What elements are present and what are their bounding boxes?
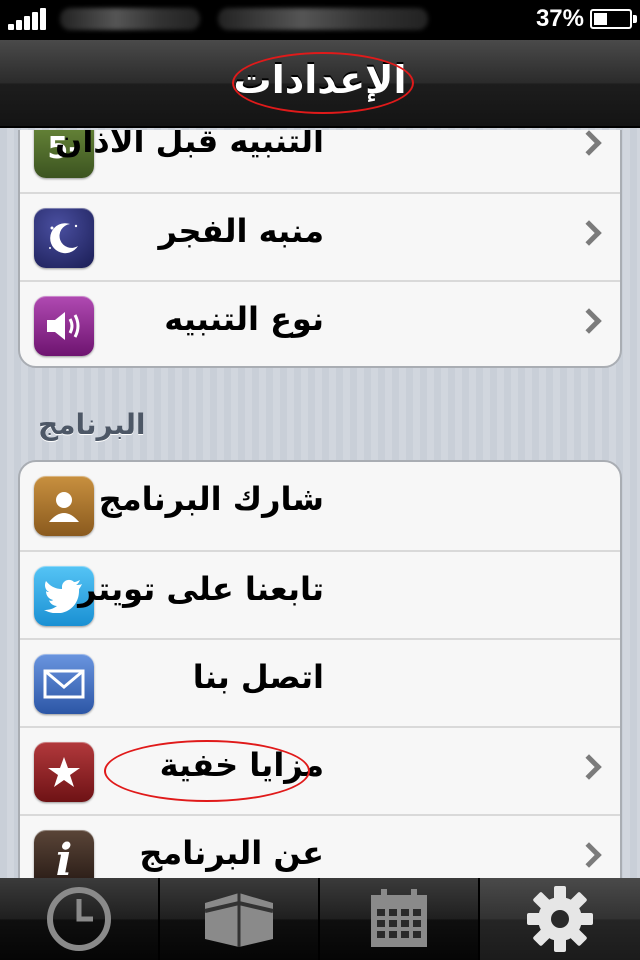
tab-bar <box>0 878 640 960</box>
info-icon: i <box>34 830 94 878</box>
battery-percent: 37% <box>535 5 584 32</box>
chevron-right-icon <box>576 130 602 156</box>
tab-qibla[interactable] <box>160 878 320 960</box>
annotation-circle <box>232 52 414 114</box>
settings-list[interactable]: 5- التنبيه قبل الأذان منبه الفجر نوع الت… <box>0 130 640 878</box>
carrier-name-blurred <box>60 8 200 30</box>
row-label: نوع التنبيه <box>164 300 324 338</box>
tab-prayer-times[interactable] <box>0 878 160 960</box>
speaker-icon <box>34 296 94 356</box>
gear-icon <box>527 886 593 952</box>
row-label: التنبيه قبل الأذان <box>55 130 324 160</box>
chevron-right-icon <box>576 842 602 868</box>
contact-us-row[interactable]: اتصل بنا <box>20 638 620 726</box>
kaaba-icon <box>204 893 274 947</box>
hidden-features-row[interactable]: مزايا خفية <box>20 726 620 814</box>
section-header-app: البرنامج <box>38 408 146 441</box>
alerts-group: 5- التنبيه قبل الأذان منبه الفجر نوع الت… <box>18 130 622 368</box>
crescent-moon-icon <box>34 208 94 268</box>
calendar-icon <box>371 889 427 947</box>
alert-type-row[interactable]: نوع التنبيه <box>20 280 620 366</box>
person-icon <box>34 476 94 536</box>
pre-adhan-alert-row[interactable]: 5- التنبيه قبل الأذان <box>20 130 620 192</box>
chevron-right-icon <box>576 308 602 334</box>
row-label: منبه الفجر <box>158 212 324 250</box>
row-label: شارك البرنامج <box>98 480 324 518</box>
tab-calendar[interactable] <box>320 878 480 960</box>
fajr-alarm-row[interactable]: منبه الفجر <box>20 192 620 280</box>
navigation-bar: الإعدادات <box>0 40 640 128</box>
battery-fill <box>594 13 607 25</box>
status-bar: 37% <box>0 0 640 40</box>
envelope-icon <box>34 654 94 714</box>
clock-icon <box>47 887 111 951</box>
chevron-right-icon <box>576 220 602 246</box>
app-group: شارك البرنامج تابعنا على تويتر اتصل بنا <box>18 460 622 878</box>
tab-settings[interactable] <box>480 878 640 960</box>
annotation-circle <box>104 740 310 802</box>
star-icon <box>34 742 94 802</box>
chevron-right-icon <box>576 754 602 780</box>
battery-icon <box>590 9 637 29</box>
signal-strength-icon <box>8 8 48 30</box>
row-label: تابعنا على تويتر <box>78 570 324 608</box>
time-blurred <box>218 8 428 30</box>
follow-twitter-row[interactable]: تابعنا على تويتر <box>20 550 620 638</box>
share-app-row[interactable]: شارك البرنامج <box>20 462 620 550</box>
about-app-row[interactable]: i عن البرنامج <box>20 814 620 878</box>
row-label: اتصل بنا <box>192 658 324 696</box>
row-label: عن البرنامج <box>139 834 324 872</box>
